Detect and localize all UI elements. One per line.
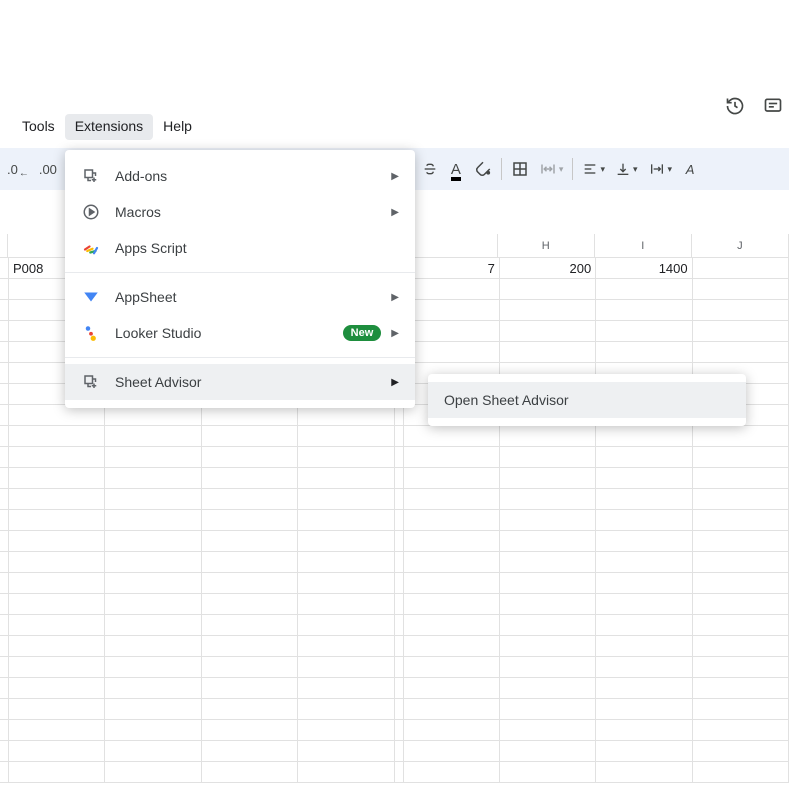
menu-item-label: AppSheet [115, 289, 391, 305]
appsheet-icon [81, 287, 101, 307]
chevron-down-icon: ▾ [559, 164, 564, 175]
cell[interactable]: 7 [404, 258, 500, 278]
wrap-text-button[interactable]: ▾ [643, 155, 678, 183]
vertical-align-button[interactable]: ▾ [610, 155, 643, 183]
looker-icon [81, 323, 101, 343]
history-icon[interactable] [725, 96, 745, 116]
addons-icon [81, 372, 101, 392]
chevron-right-icon: ▶ [391, 292, 399, 303]
text-color-button[interactable]: A [443, 155, 469, 183]
increase-decimal-button[interactable]: .00 [34, 155, 62, 183]
toolbar-separator [572, 158, 573, 180]
menu-item-appsheet[interactable]: AppSheet ▶ [65, 279, 415, 315]
chevron-right-icon: ▶ [391, 171, 399, 182]
menu-item-apps-script[interactable]: Apps Script [65, 230, 415, 266]
apps-script-icon [81, 238, 101, 258]
menu-extensions[interactable]: Extensions [65, 114, 153, 140]
borders-button[interactable] [506, 155, 534, 183]
new-badge: New [343, 325, 382, 341]
toolbar-separator [501, 158, 502, 180]
menu-item-addons[interactable]: Add-ons ▶ [65, 158, 415, 194]
chevron-right-icon: ▶ [391, 328, 399, 339]
menu-help[interactable]: Help [153, 114, 202, 140]
chevron-down-icon: ▾ [633, 164, 638, 175]
sheet-advisor-submenu: Open Sheet Advisor [428, 374, 746, 426]
column-header-j[interactable]: J [692, 234, 789, 257]
menu-item-label: Add-ons [115, 168, 391, 184]
text-rotation-button[interactable]: A [677, 155, 703, 183]
cell[interactable]: 200 [500, 258, 596, 278]
menu-item-macros[interactable]: Macros ▶ [65, 194, 415, 230]
menubar: Tools Extensions Help [0, 114, 789, 140]
decrease-decimal-button[interactable]: .0← [2, 155, 34, 183]
addons-icon [81, 166, 101, 186]
merge-cells-button[interactable]: ▾ [534, 155, 569, 183]
menu-item-sheet-advisor[interactable]: Sheet Advisor ▶ [65, 364, 415, 400]
chevron-down-icon: ▾ [668, 164, 673, 175]
fill-color-button[interactable] [469, 155, 497, 183]
chevron-right-icon: ▶ [391, 207, 399, 218]
cell[interactable]: 1400 [596, 258, 692, 278]
menu-item-label: Macros [115, 204, 391, 220]
menu-item-open-sheet-advisor[interactable]: Open Sheet Advisor [428, 382, 746, 418]
horizontal-align-button[interactable]: ▾ [577, 155, 610, 183]
menu-item-label: Sheet Advisor [115, 374, 391, 390]
menu-item-label: Open Sheet Advisor [444, 392, 569, 408]
strikethrough-button[interactable] [417, 155, 443, 183]
menu-item-label: Looker Studio [115, 325, 343, 341]
menu-tools[interactable]: Tools [12, 114, 65, 140]
menu-item-label: Apps Script [115, 240, 399, 256]
menu-item-looker-studio[interactable]: Looker Studio New ▶ [65, 315, 415, 351]
chevron-down-icon: ▾ [600, 164, 605, 175]
menu-separator [65, 357, 415, 358]
column-header-i[interactable]: I [595, 234, 692, 257]
menu-separator [65, 272, 415, 273]
extensions-dropdown: Add-ons ▶ Macros ▶ Apps Script AppSheet … [65, 150, 415, 408]
comments-icon[interactable] [763, 96, 783, 116]
chevron-right-icon: ▶ [391, 377, 399, 388]
column-header-h[interactable]: H [498, 234, 595, 257]
macros-icon [81, 202, 101, 222]
